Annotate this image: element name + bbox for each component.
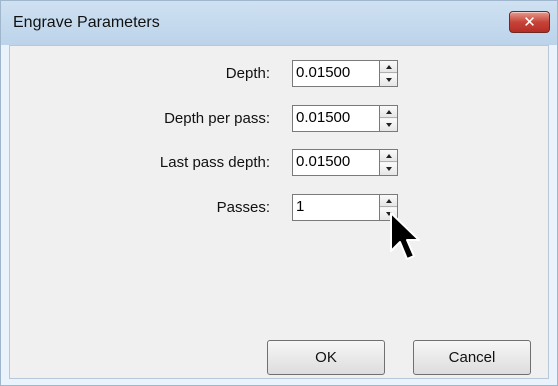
last-pass-depth-spin-down-button[interactable] [380, 163, 397, 175]
close-icon: ✕ [523, 14, 536, 31]
last-pass-depth-spinner[interactable] [379, 149, 398, 176]
last-pass-depth-spin-up-button[interactable] [380, 150, 397, 162]
depth-per-pass-spin-down-button[interactable] [380, 119, 397, 131]
title-bar[interactable]: Engrave Parameters ✕ [1, 1, 557, 45]
depth-spin-down-button[interactable] [380, 74, 397, 86]
chevron-up-icon [385, 64, 392, 69]
depth-spin-up-button[interactable] [380, 61, 397, 73]
chevron-up-icon [385, 198, 392, 203]
last-pass-depth-input[interactable]: 0.01500 [292, 149, 379, 176]
window-title: Engrave Parameters [13, 14, 160, 31]
chevron-up-icon [385, 153, 392, 158]
dialog-body: Depth: 0.01500 Depth per pass: 0.01500 L… [9, 45, 549, 379]
passes-label: Passes: [216, 199, 270, 216]
ok-button[interactable]: OK [267, 340, 385, 375]
depth-input[interactable]: 0.01500 [292, 60, 379, 87]
depth-per-pass-spin-up-button[interactable] [380, 106, 397, 118]
depth-spinner[interactable] [379, 60, 398, 87]
passes-spin-up-button[interactable] [380, 195, 397, 207]
depth-label: Depth: [225, 65, 270, 82]
chevron-down-icon [385, 123, 392, 127]
passes-input[interactable]: 1 [292, 194, 379, 221]
cancel-button[interactable]: Cancel [413, 340, 531, 375]
chevron-up-icon [385, 109, 392, 114]
depth-per-pass-spinner[interactable] [379, 105, 398, 132]
mouse-pointer-icon [390, 212, 420, 260]
engrave-parameters-dialog: Engrave Parameters ✕ Depth: 0.01500 Dept… [0, 0, 558, 386]
last-pass-depth-label: Last pass depth: [159, 154, 270, 171]
close-button[interactable]: ✕ [509, 11, 550, 33]
depth-per-pass-label: Depth per pass: [164, 110, 270, 127]
chevron-down-icon [385, 167, 392, 171]
chevron-down-icon [385, 78, 392, 82]
depth-per-pass-input[interactable]: 0.01500 [292, 105, 379, 132]
